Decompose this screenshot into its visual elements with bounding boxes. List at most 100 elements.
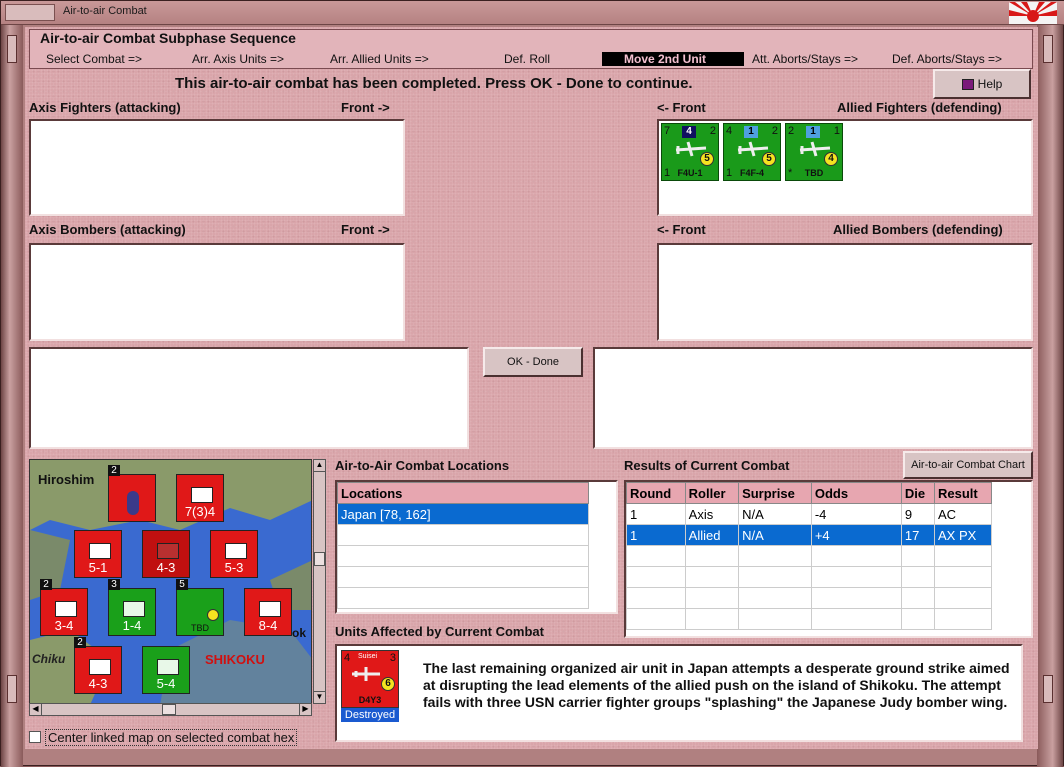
air-combat-window: Air-to-air Combat Air-to-air Combat Subp… bbox=[0, 0, 1064, 767]
infantry-icon bbox=[89, 659, 111, 675]
axis-bombers-box[interactable] bbox=[29, 243, 405, 341]
air-unit-counter[interactable]: 7 4 2 5 1 F4U-1 bbox=[661, 123, 719, 181]
unit-name: F4U-1 bbox=[677, 168, 703, 178]
center-map-checkbox[interactable]: Center linked map on selected combat hex bbox=[29, 729, 329, 746]
help-book-icon bbox=[961, 79, 974, 91]
linked-map[interactable]: Hiroshim Chiku SHIKOKU ok 2 7(3)4 5-1 4-… bbox=[29, 459, 312, 704]
unit-stat: 2 bbox=[788, 125, 795, 137]
cell: AC bbox=[934, 503, 992, 525]
scroll-right-icon[interactable]: ▶ bbox=[299, 704, 311, 715]
infantry-icon bbox=[191, 487, 213, 503]
artillery-icon bbox=[55, 601, 77, 617]
ok-done-button[interactable]: OK - Done bbox=[483, 347, 583, 377]
unit-circle: 4 bbox=[824, 152, 838, 166]
results-title: Results of Current Combat bbox=[624, 458, 790, 473]
table-row bbox=[337, 524, 589, 546]
locations-header: Locations bbox=[337, 482, 589, 504]
map-horizontal-scrollbar[interactable]: ◀ ▶ bbox=[29, 703, 312, 716]
bomb-icon bbox=[207, 609, 219, 621]
phase-step: Select Combat => bbox=[46, 52, 143, 66]
unit-circle: 5 bbox=[700, 152, 714, 166]
table-row bbox=[337, 566, 589, 588]
defender-info-box bbox=[593, 347, 1033, 449]
column-header: Round bbox=[626, 482, 686, 504]
axis-fighters-box[interactable] bbox=[29, 119, 405, 216]
scroll-down-icon[interactable]: ▼ bbox=[314, 691, 325, 703]
allied-bombers-box[interactable] bbox=[657, 243, 1033, 341]
unit-value: 3-4 bbox=[54, 618, 74, 633]
table-row bbox=[337, 587, 589, 609]
militia-icon bbox=[225, 543, 247, 559]
map-label-hiroshima: Hiroshim bbox=[38, 472, 95, 487]
combat-chart-button[interactable]: Air-to-air Combat Chart bbox=[903, 451, 1033, 479]
scroll-thumb[interactable] bbox=[162, 704, 176, 715]
map-unit-counter[interactable]: 5 TBD bbox=[176, 579, 224, 636]
frame-handle bbox=[7, 35, 17, 63]
destroyed-status: Destroyed bbox=[341, 708, 399, 722]
window-title: Air-to-air Combat bbox=[63, 5, 147, 17]
cell: Allied bbox=[684, 524, 740, 546]
status-message: This air-to-air combat has been complete… bbox=[175, 75, 693, 92]
scroll-thumb[interactable] bbox=[314, 552, 325, 566]
system-menu-button[interactable] bbox=[5, 4, 55, 21]
table-row[interactable]: Japan [78, 162] bbox=[337, 503, 589, 525]
map-unit-counter[interactable]: 5-3 bbox=[210, 530, 258, 578]
table-row[interactable]: 1 Axis N/A -4 9 AC bbox=[626, 503, 992, 525]
table-row bbox=[626, 566, 992, 588]
map-unit-counter[interactable]: 5-1 bbox=[74, 530, 122, 578]
column-header: Die bbox=[900, 482, 936, 504]
air-unit-counter[interactable]: 2 1 1 4 * TBD bbox=[785, 123, 843, 181]
map-unit-counter[interactable]: 3 1-4 bbox=[108, 579, 156, 636]
checkbox-label: Center linked map on selected combat hex bbox=[45, 729, 298, 746]
frame-handle bbox=[1043, 35, 1053, 63]
cell: +4 bbox=[810, 524, 902, 546]
affected-unit[interactable]: 4 3 Suisei 6 D4Y3 Destroyed bbox=[341, 650, 399, 722]
unit-name: D4Y3 bbox=[358, 695, 382, 705]
table-row[interactable]: 1 Allied N/A +4 17 AX PX bbox=[626, 524, 992, 546]
map-vertical-scrollbar[interactable]: ▲ ▼ bbox=[313, 459, 326, 704]
cell: 1 bbox=[626, 524, 686, 546]
map-unit-counter[interactable]: 2 4-3 bbox=[74, 637, 122, 694]
unit-stat: 3 bbox=[389, 652, 396, 664]
map-unit-counter[interactable]: 8-4 bbox=[244, 588, 292, 636]
map-unit-counter[interactable]: 7(3)4 bbox=[176, 474, 224, 522]
affected-panel: 4 3 Suisei 6 D4Y3 Destroyed The last rem… bbox=[335, 644, 1023, 742]
subphase-title: Air-to-air Combat Subphase Sequence bbox=[40, 30, 296, 46]
cell: 1 bbox=[626, 503, 686, 525]
phase-step: Arr. Axis Units => bbox=[192, 52, 285, 66]
scroll-left-icon[interactable]: ◀ bbox=[30, 704, 42, 715]
front-label: Front -> bbox=[341, 100, 390, 115]
table-row bbox=[626, 608, 992, 630]
map-unit-counter[interactable]: 4-3 bbox=[142, 530, 190, 578]
unit-name: TBD bbox=[804, 168, 824, 178]
location-cell: Japan [78, 162] bbox=[337, 503, 589, 525]
phase-step: Def. Aborts/Stays => bbox=[892, 52, 1003, 66]
map-unit-counter[interactable]: 2 bbox=[108, 465, 156, 522]
map-label-ok: ok bbox=[292, 626, 307, 640]
scroll-up-icon[interactable]: ▲ bbox=[314, 460, 325, 472]
stack-badge: 3 bbox=[108, 579, 120, 590]
title-bar: Air-to-air Combat bbox=[1, 1, 1064, 25]
front-label: <- Front bbox=[657, 100, 706, 115]
help-button[interactable]: Help bbox=[933, 69, 1031, 99]
cell: N/A bbox=[738, 524, 812, 546]
column-header: Surprise bbox=[738, 482, 812, 504]
unit-value: TBD bbox=[191, 623, 209, 633]
map-unit-counter[interactable]: 5-4 bbox=[142, 646, 190, 694]
unit-value: 8-4 bbox=[258, 618, 278, 633]
militia-icon bbox=[157, 543, 179, 559]
stack-badge: 2 bbox=[40, 579, 52, 590]
frame-handle bbox=[1043, 675, 1053, 703]
front-label: Front -> bbox=[341, 222, 390, 237]
map-unit-counter[interactable]: 2 3-4 bbox=[40, 579, 88, 636]
unit-stat: 4 bbox=[726, 125, 733, 137]
unit-stat: 1 bbox=[806, 126, 820, 138]
allied-fighters-box[interactable]: 7 4 2 5 1 F4U-1 4 1 2 5 1 F4F-4 2 1 1 4 * TBD bbox=[657, 119, 1033, 216]
air-unit-counter[interactable]: 4 1 2 5 1 F4F-4 bbox=[723, 123, 781, 181]
locations-table: Locations Japan [78, 162] bbox=[337, 482, 589, 609]
hq-icon bbox=[127, 491, 139, 515]
checkbox-box[interactable] bbox=[29, 731, 41, 743]
unit-stat: 4 bbox=[682, 126, 696, 138]
infantry-icon bbox=[123, 601, 145, 617]
allied-bombers-label: Allied Bombers (defending) bbox=[833, 222, 1003, 237]
